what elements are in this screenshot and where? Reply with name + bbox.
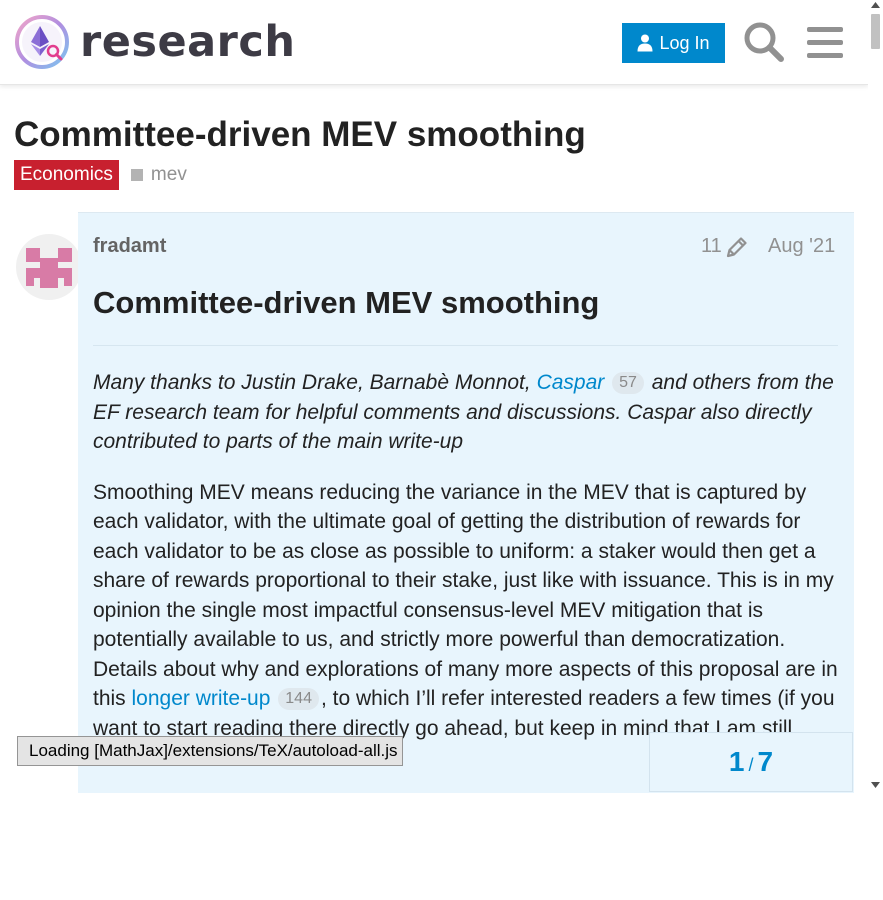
acknowledgements-paragraph: Many thanks to Justin Drake, Barnabè Mon… (93, 368, 841, 457)
scroll-down-arrow-icon[interactable] (871, 782, 880, 788)
tag-mev[interactable]: mev (130, 164, 187, 186)
ethereum-logo-icon (15, 15, 69, 69)
hamburger-menu-icon[interactable] (803, 20, 847, 64)
page-viewport: research Log In Committee-driven MEV smo… (0, 0, 868, 793)
body-paragraph: Smoothing MEV means reducing the varianc… (93, 478, 841, 744)
topic-progress[interactable]: 1 / 7 (649, 732, 853, 792)
search-icon[interactable] (742, 20, 786, 64)
progress-total: 7 (757, 746, 774, 777)
edit-history-button[interactable]: 11 (701, 235, 748, 258)
category-badge-economics[interactable]: Economics (14, 160, 119, 190)
caspar-link-click-count: 57 (612, 372, 644, 394)
edit-count: 11 (701, 235, 722, 257)
topic-tags: Economics mev (14, 160, 187, 190)
log-in-button[interactable]: Log In (622, 23, 725, 63)
post: fradamt 11 Aug '21 Committee-driven MEV … (78, 212, 854, 793)
post-body: Many thanks to Justin Drake, Barnabè Mon… (93, 368, 841, 764)
topic-title[interactable]: Committee-driven MEV smoothing (14, 115, 586, 155)
mathjax-loading-message: Loading [MathJax]/extensions/TeX/autoloa… (17, 736, 403, 766)
progress-current: 1 (728, 746, 745, 777)
tag-mev-label: mev (150, 164, 187, 185)
post-divider (93, 345, 838, 346)
post-username[interactable]: fradamt (93, 235, 166, 258)
longer-write-up-click-count: 144 (278, 688, 319, 710)
para-text-before: Smoothing MEV means reducing the varianc… (93, 480, 838, 711)
scroll-up-arrow-icon[interactable] (871, 2, 880, 8)
acks-text-before: Many thanks to Justin Drake, Barnabè Mon… (93, 371, 537, 394)
caspar-link[interactable]: Caspar (537, 371, 605, 394)
longer-write-up-link[interactable]: longer write-up (132, 687, 271, 710)
log-in-label: Log In (659, 32, 710, 53)
scrollbar-thumb[interactable] (871, 14, 880, 49)
site-header: research Log In (0, 0, 868, 85)
progress-separator: / (748, 754, 754, 775)
avatar[interactable] (16, 234, 82, 300)
page-scrollbar[interactable] (868, 0, 883, 793)
site-logo-text: research (80, 16, 296, 67)
post-date[interactable]: Aug '21 (768, 235, 835, 258)
tag-square-icon (130, 169, 143, 181)
site-logo[interactable]: research (15, 14, 295, 70)
post-heading: Committee-driven MEV smoothing (93, 285, 600, 320)
pencil-icon (726, 236, 747, 257)
user-icon (637, 34, 653, 52)
